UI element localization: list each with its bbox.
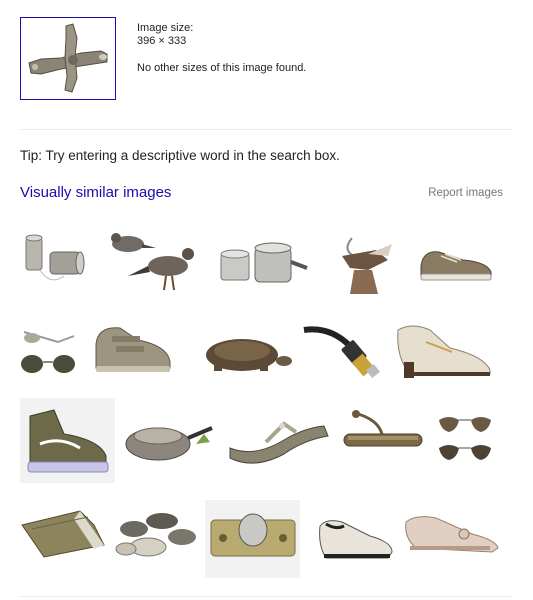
- similar-image-steel-pots[interactable]: [215, 232, 310, 292]
- search-tip: Tip: Try entering a descriptive word in …: [20, 148, 340, 163]
- similar-image-aviator-sunglasses[interactable]: [435, 408, 500, 468]
- similar-image-bird-ornament[interactable]: [328, 230, 403, 300]
- similar-image-high-top-sneaker[interactable]: [20, 398, 115, 483]
- similar-image-tortoise[interactable]: [194, 333, 294, 373]
- cookware-set-icon: [115, 513, 196, 557]
- pot-icon: [220, 242, 308, 283]
- similar-image-sandal[interactable]: [224, 410, 334, 470]
- frying-pan-icon: [125, 426, 213, 461]
- usb-cable-icon: [303, 326, 381, 379]
- image-meta: Image size: 396 × 333 No other sizes of …: [137, 22, 306, 75]
- similar-image-door-hardware[interactable]: [205, 500, 300, 578]
- image-info-panel: Image size: 396 × 333 No other sizes of …: [0, 0, 533, 130]
- high-top-sneaker-icon: [20, 398, 115, 483]
- ballet-flat-icon: [405, 516, 499, 553]
- similar-image-cookware-set[interactable]: [112, 503, 202, 563]
- similar-image-sunglasses[interactable]: [18, 322, 80, 382]
- similar-image-tin-can-telephone[interactable]: [20, 228, 100, 288]
- slip-on-shoe-icon: [319, 520, 393, 559]
- aviator-sunglasses-icon: [439, 417, 491, 460]
- query-image-thumbnail[interactable]: [20, 17, 116, 100]
- velcro-shoe-icon: [95, 327, 171, 372]
- sleeping-bag-icon: [21, 510, 105, 558]
- loafer-icon: [397, 325, 491, 378]
- divider-top: [20, 129, 512, 130]
- ornament-icon: [342, 237, 392, 294]
- birds-icon: [111, 233, 194, 291]
- tortoise-icon: [206, 339, 292, 371]
- similar-image-picture-light[interactable]: [338, 406, 428, 456]
- similar-image-frying-pan[interactable]: [120, 414, 220, 469]
- similar-image-loafer[interactable]: [390, 318, 495, 383]
- door-hardware-icon: [205, 500, 300, 578]
- report-images-link[interactable]: Report images: [428, 187, 503, 199]
- visually-similar-heading[interactable]: Visually similar images: [20, 184, 171, 201]
- similar-image-sleeping-bag[interactable]: [18, 505, 108, 560]
- similar-image-birds[interactable]: [106, 224, 206, 304]
- similar-image-sneaker[interactable]: [417, 240, 497, 285]
- similar-image-slip-on-shoe[interactable]: [316, 512, 396, 562]
- image-size-label: Image size:: [137, 22, 194, 34]
- wood-cross-image: [21, 18, 115, 99]
- tin-can-icon: [25, 234, 85, 281]
- picture-light-icon: [343, 410, 423, 447]
- similar-image-velcro-shoe[interactable]: [90, 322, 175, 377]
- no-other-sizes-text: No other sizes of this image found.: [137, 62, 307, 74]
- similar-image-ballet-flat[interactable]: [402, 506, 502, 556]
- sunglasses-icon: [21, 331, 75, 373]
- sandal-icon: [229, 421, 329, 464]
- divider-bottom: [20, 596, 512, 597]
- similar-image-usb-cable[interactable]: [300, 322, 385, 382]
- sneaker-icon: [420, 251, 492, 281]
- image-size-value: 396 × 333: [137, 35, 187, 47]
